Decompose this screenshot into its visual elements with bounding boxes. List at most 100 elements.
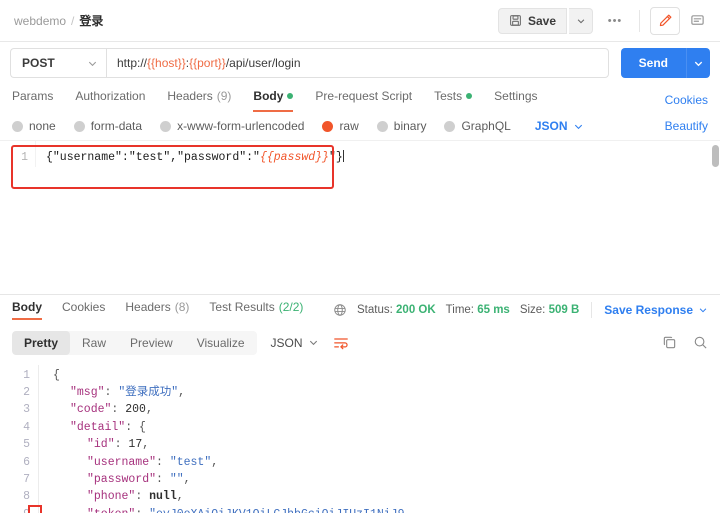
- more-actions-button[interactable]: •••: [601, 8, 629, 34]
- request-url-input[interactable]: http://{{host}}: {{port}}/api/user/login: [106, 48, 609, 78]
- line-number: 4: [23, 420, 30, 434]
- save-options-button[interactable]: [569, 7, 593, 34]
- body-type-urlencoded[interactable]: x-www-form-urlencoded: [160, 119, 304, 133]
- code-token: ,: [211, 455, 219, 469]
- floppy-disk-icon: [509, 14, 522, 27]
- body-type-form-data[interactable]: form-data: [73, 119, 143, 133]
- code-token: :: [156, 472, 170, 486]
- tab-authorization-label: Authorization: [75, 88, 146, 103]
- beautify-link[interactable]: Beautify: [665, 119, 708, 133]
- request-body-text[interactable]: {"username":"test","password":"{{passwd}…: [36, 141, 344, 167]
- chevron-down-icon: [698, 305, 708, 315]
- save-button[interactable]: Save: [497, 7, 567, 34]
- tab-settings[interactable]: Settings: [494, 86, 537, 112]
- body-type-binary[interactable]: binary: [376, 119, 427, 133]
- breadcrumb-request-name[interactable]: 登录: [79, 12, 103, 29]
- radio-icon: [73, 120, 85, 132]
- response-status-value: 200 OK: [396, 303, 436, 316]
- response-format-select[interactable]: JSON: [271, 336, 319, 350]
- edit-pencil-button[interactable]: [650, 6, 680, 35]
- code-token: :: [156, 455, 170, 469]
- tab-params-label: Params: [12, 88, 54, 103]
- response-time-label: Time:: [445, 303, 474, 316]
- code-line: "token": "eyJ0eXAiOiJKV1QiLCJhbGciOiJIUz…: [53, 506, 573, 513]
- body-type-binary-label: binary: [393, 119, 427, 133]
- code-token: ,: [178, 385, 186, 399]
- url-variable-port: {{port}}: [189, 56, 226, 70]
- code-token: :: [135, 490, 150, 504]
- response-tab-cookies[interactable]: Cookies: [62, 300, 105, 320]
- response-tab-body-label: Body: [12, 299, 42, 314]
- copy-button[interactable]: [662, 335, 677, 350]
- radio-icon-selected: [322, 120, 334, 132]
- line-number: 8: [23, 490, 30, 504]
- request-tabs: Params Authorization Headers (9) Body Pr…: [0, 84, 720, 112]
- code-line: "msg": "登录成功",: [53, 384, 573, 401]
- code-token: "code": [70, 403, 112, 417]
- url-scheme: http://: [117, 56, 148, 70]
- code-token: {: [53, 368, 60, 382]
- tab-tests[interactable]: Tests: [434, 86, 473, 112]
- save-response-button[interactable]: Save Response: [604, 303, 708, 317]
- comments-button[interactable]: [682, 7, 712, 35]
- http-method-value: POST: [22, 56, 55, 70]
- response-view-pretty[interactable]: Pretty: [12, 330, 71, 355]
- wrap-lines-icon: [333, 335, 349, 351]
- code-line: "phone": null,: [53, 488, 573, 505]
- request-body-editor[interactable]: 1 {"username":"test","password":"{{passw…: [0, 140, 720, 294]
- url-path: /api/user/login: [225, 56, 301, 70]
- code-line: {: [53, 367, 573, 384]
- body-type-none[interactable]: none: [12, 119, 56, 133]
- wrap-lines-button[interactable]: [333, 335, 349, 351]
- response-view-preview[interactable]: Preview: [118, 331, 185, 355]
- code-token: "": [169, 472, 184, 486]
- code-token: :: [114, 438, 129, 452]
- response-tab-body[interactable]: Body: [12, 300, 42, 320]
- ellipsis-icon: •••: [607, 14, 623, 27]
- body-format-select[interactable]: JSON: [535, 119, 584, 133]
- code-token: "eyJ0eXAiOiJKV1QiLCJhbGciOiJIUzI1NiJ9.: [149, 508, 411, 513]
- breadcrumb: webdemo / 登录: [14, 12, 103, 29]
- response-size-label: Size:: [519, 303, 546, 316]
- response-body-viewer[interactable]: 123456789 10 {"msg": "登录成功","code": 200,…: [0, 361, 720, 513]
- cookies-link[interactable]: Cookies: [665, 93, 708, 107]
- send-options-button[interactable]: [686, 48, 710, 78]
- breadcrumb-separator: /: [71, 13, 75, 28]
- breadcrumb-collection[interactable]: webdemo: [14, 14, 66, 28]
- tab-headers[interactable]: Headers (9): [167, 86, 231, 112]
- response-toolbar-actions: [662, 335, 708, 350]
- line-number: 6: [23, 455, 30, 469]
- tab-body-label: Body: [253, 88, 284, 103]
- tab-authorization[interactable]: Authorization: [75, 86, 145, 112]
- body-type-raw[interactable]: raw: [322, 119, 359, 133]
- editor-vertical-scrollbar[interactable]: [712, 145, 719, 167]
- meta-divider: [591, 301, 593, 318]
- code-token: ,: [183, 472, 191, 486]
- top-bar-actions: Save •••: [497, 6, 712, 35]
- response-tab-test-results[interactable]: Test Results (2/2): [209, 300, 303, 320]
- response-body-code[interactable]: {"msg": "登录成功", "code": 200, "detail": {"i…: [39, 361, 573, 513]
- code-token: "id": [87, 438, 115, 452]
- response-size: Size: 509 B: [520, 304, 579, 316]
- search-icon: [693, 335, 708, 350]
- body-type-form-data-label: form-data: [90, 119, 143, 133]
- code-token: ,: [176, 490, 184, 504]
- response-view-raw[interactable]: Raw: [70, 331, 118, 355]
- code-token: "detail": [70, 420, 126, 434]
- code-token: "username": [87, 455, 157, 469]
- tab-pre-request-script[interactable]: Pre-request Script: [315, 86, 412, 112]
- request-body-code[interactable]: 1 {"username":"test","password":"{{passw…: [0, 141, 720, 167]
- chevron-down-icon: [87, 58, 98, 69]
- response-tab-headers[interactable]: Headers (8): [125, 300, 189, 320]
- send-button[interactable]: Send: [620, 48, 686, 78]
- tab-params[interactable]: Params: [12, 86, 53, 112]
- globe-icon: [333, 303, 347, 317]
- radio-icon: [376, 120, 388, 132]
- response-view-visualize[interactable]: Visualize: [185, 331, 257, 355]
- body-type-graphql[interactable]: GraphQL: [444, 119, 511, 133]
- http-method-select[interactable]: POST: [10, 48, 106, 78]
- send-button-group: Send: [620, 48, 710, 78]
- tab-body[interactable]: Body: [253, 86, 294, 112]
- line-number: 3: [23, 403, 30, 417]
- search-button[interactable]: [693, 335, 708, 350]
